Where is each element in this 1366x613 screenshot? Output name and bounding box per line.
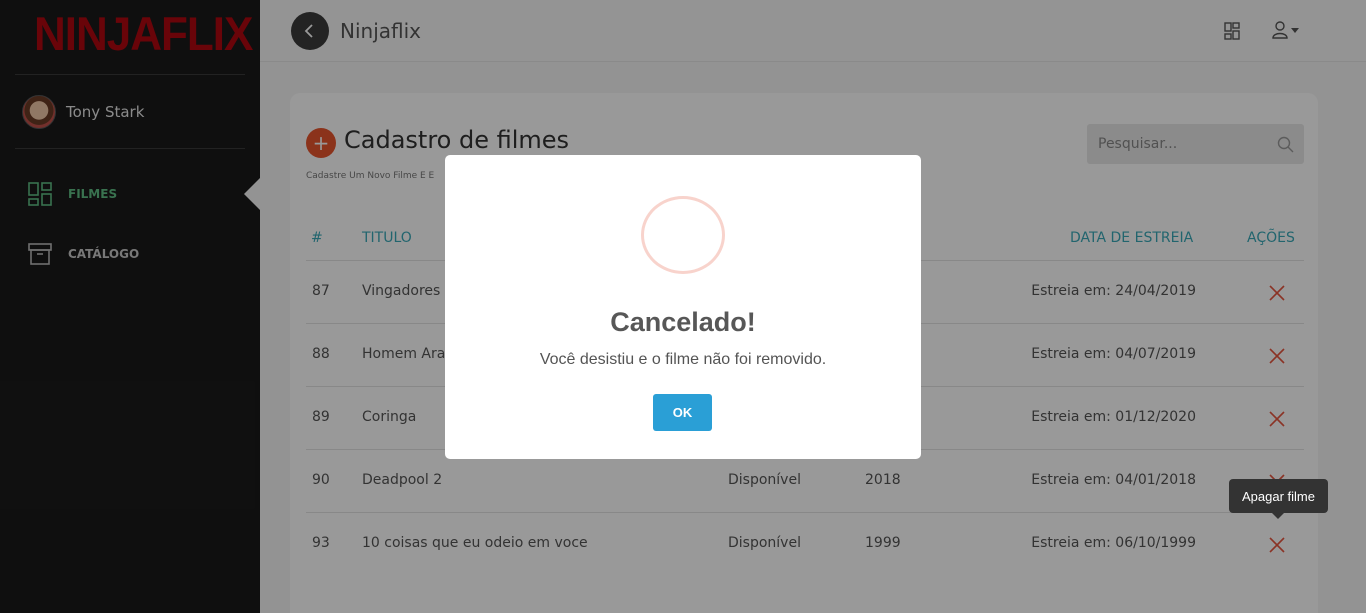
dialog-message: Você desistiu e o filme não foi removido… <box>539 351 827 368</box>
ok-button[interactable]: OK <box>653 394 712 431</box>
dialog-title: Cancelado! <box>610 307 756 337</box>
tooltip-arrow <box>1272 513 1284 519</box>
alert-dialog: Cancelado! Você desistiu e o filme não f… <box>445 155 921 459</box>
tooltip: Apagar filme <box>1229 479 1328 513</box>
error-ring-icon <box>641 196 725 274</box>
